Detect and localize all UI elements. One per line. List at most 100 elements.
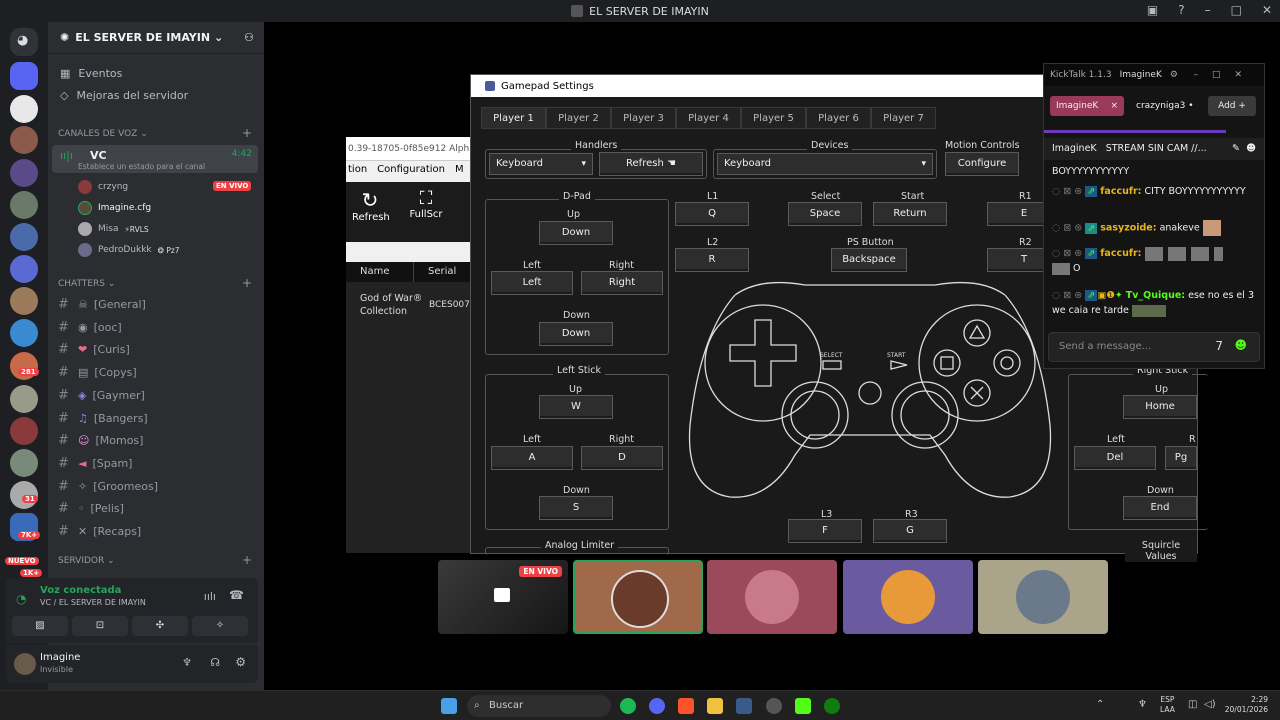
tab-player-3[interactable]: Player 3 <box>611 107 676 129</box>
configure-button[interactable]: Configure <box>945 152 1019 176</box>
inbox-icon[interactable]: ▣ <box>1147 3 1158 17</box>
server-icon[interactable] <box>10 417 38 445</box>
user-tile[interactable] <box>573 560 703 634</box>
dpad-up-button[interactable]: Down <box>539 221 613 245</box>
voice-user[interactable]: Misa ⚡RVLS <box>78 222 149 236</box>
channel-pelis[interactable]: # ◦ [Pelis] <box>58 501 124 516</box>
refresh-button[interactable]: Refresh ☚ <box>599 152 703 176</box>
server-icon[interactable] <box>10 126 38 154</box>
message-user[interactable]: sasyzoide: <box>1100 223 1156 234</box>
message-user[interactable]: faccufr: <box>1100 186 1141 197</box>
kick-emote-icon[interactable]: ☻ <box>1234 338 1247 352</box>
tab-player-5[interactable]: Player 5 <box>741 107 806 129</box>
stream-tile[interactable]: EN VIVO <box>438 560 568 634</box>
add-member-icon[interactable]: ⚇ <box>244 31 254 44</box>
left-stick-left-button[interactable]: A <box>491 446 573 470</box>
server-icon[interactable] <box>10 191 38 219</box>
taskbar-search[interactable]: ⌕ Buscar <box>467 695 611 717</box>
channel-groomeos[interactable]: # ✧ [Groomeos] <box>58 479 158 494</box>
tab-player-6[interactable]: Player 6 <box>806 107 871 129</box>
channel-spam[interactable]: # ◄ [Spam] <box>58 456 132 471</box>
username[interactable]: Imagine <box>40 652 80 663</box>
window-tab[interactable]: ImagineK <box>1120 70 1162 80</box>
device-select[interactable]: Keyboard <box>717 153 933 175</box>
github-icon[interactable] <box>766 698 782 714</box>
l1-button[interactable]: Q <box>675 202 749 226</box>
steam-icon[interactable] <box>736 698 752 714</box>
gear-icon[interactable]: ⚙ <box>235 655 246 669</box>
channel-recaps[interactable]: # ✕ [Recaps] <box>58 524 141 539</box>
volume-icon[interactable]: ◁) <box>1204 699 1216 710</box>
channel-ooc[interactable]: # ◉ [ooc] <box>58 320 122 335</box>
close-icon[interactable]: ✕ <box>1262 3 1272 17</box>
fullscreen-button[interactable]: ⛶ FullScr <box>408 188 444 220</box>
left-stick-up-button[interactable]: W <box>539 395 613 419</box>
dpad-right-button[interactable]: Right <box>581 271 663 295</box>
left-stick-down-button[interactable]: S <box>539 496 613 520</box>
right-stick-down-button[interactable]: End <box>1123 496 1197 520</box>
tab-player-1[interactable]: Player 1 <box>481 107 546 129</box>
right-stick-left-button[interactable]: Del <box>1074 446 1156 470</box>
server-icon[interactable] <box>10 319 38 347</box>
server-icon[interactable] <box>10 255 38 283</box>
dpad-left-button[interactable]: Left <box>491 271 573 295</box>
settings-icon[interactable]: ⚙ <box>1170 70 1178 80</box>
server-icon[interactable] <box>10 287 38 315</box>
maximize-icon[interactable]: □ <box>1231 3 1242 17</box>
help-icon[interactable]: ? <box>1178 3 1184 17</box>
menu-item[interactable]: tion <box>348 164 367 182</box>
game-title[interactable]: God of War® Collection <box>360 292 426 318</box>
right-stick-up-button[interactable]: Home <box>1123 395 1197 419</box>
xbox-icon[interactable] <box>824 698 840 714</box>
category-servidor[interactable]: SERVIDOR ⌄ <box>58 556 115 566</box>
screenshare-button[interactable]: ⊡ <box>72 616 128 636</box>
channel-general[interactable]: # ☠ [General] <box>58 297 146 312</box>
tray-chevron-icon[interactable]: ⌃ <box>1096 699 1104 710</box>
network-icon[interactable]: ◫ <box>1188 699 1197 710</box>
nav-boosts[interactable]: ◇ Mejoras del servidor <box>60 89 188 102</box>
activities-button[interactable]: ✣ <box>132 616 188 636</box>
channel-curis[interactable]: # ❤ [Curis] <box>58 342 130 357</box>
add-tab-button[interactable]: Add + <box>1208 96 1256 116</box>
channel-bangers[interactable]: # ♫ [Bangers] <box>58 411 148 426</box>
user-tile[interactable] <box>978 560 1108 634</box>
voice-status[interactable]: Voz conectada <box>40 585 121 596</box>
message-user[interactable]: faccufr: <box>1100 248 1141 259</box>
close-icon[interactable]: × <box>1110 96 1118 116</box>
camera-button[interactable]: ▨ <box>12 616 68 636</box>
7tv-emote-icon[interactable]: 7 <box>1215 339 1223 353</box>
microphone-tray-icon[interactable]: ♆ <box>1138 699 1147 710</box>
column-serial[interactable]: Serial <box>414 262 456 282</box>
server-icon[interactable] <box>10 223 38 251</box>
brave-icon[interactable] <box>678 698 694 714</box>
server-header[interactable]: ✺ EL SERVER DE IMAYIN ⌄ ⚇ <box>48 22 264 54</box>
server-icon[interactable] <box>10 62 38 90</box>
voice-user[interactable]: PedroDukkk ❂ Pz7 <box>78 243 180 257</box>
server-icon[interactable] <box>10 95 38 123</box>
menu-item[interactable]: Configuration <box>377 164 445 182</box>
menu-item[interactable]: M <box>455 164 464 182</box>
select-button[interactable]: Space <box>788 202 862 226</box>
add-channel-icon[interactable]: + <box>242 126 252 140</box>
avatar[interactable] <box>14 653 36 675</box>
spotify-icon[interactable] <box>620 698 636 714</box>
server-icon[interactable] <box>10 159 38 187</box>
stream-user[interactable]: ImagineK <box>1052 143 1097 154</box>
tab-player-7[interactable]: Player 7 <box>871 107 936 129</box>
category-voice[interactable]: Canales de voz ⌄ <box>58 129 148 139</box>
nav-events[interactable]: ▦ Eventos <box>60 67 122 80</box>
user-icon[interactable]: ☻ <box>1246 138 1256 160</box>
voice-channel-path[interactable]: VC / EL SERVER DE IMAYIN <box>40 598 146 607</box>
chat-tab-crazyniga3[interactable]: crazyniga3 • <box>1136 96 1194 116</box>
channel-copys[interactable]: # ▤ [Copys] <box>58 365 137 380</box>
refresh-button[interactable]: ↻ Refresh <box>352 188 390 223</box>
user-tile[interactable] <box>843 560 973 634</box>
add-channel-icon[interactable]: + <box>242 276 252 290</box>
tab-player-4[interactable]: Player 4 <box>676 107 741 129</box>
channel-status-prompt[interactable]: Establece un estado para el canal <box>78 162 205 171</box>
l3-button[interactable]: F <box>788 519 862 543</box>
column-name[interactable]: Name <box>346 262 414 282</box>
discord-icon[interactable] <box>649 698 665 714</box>
voice-user[interactable]: Imagine.cfg <box>78 201 151 215</box>
clock[interactable]: 2:29 20/01/2026 <box>1222 695 1268 715</box>
